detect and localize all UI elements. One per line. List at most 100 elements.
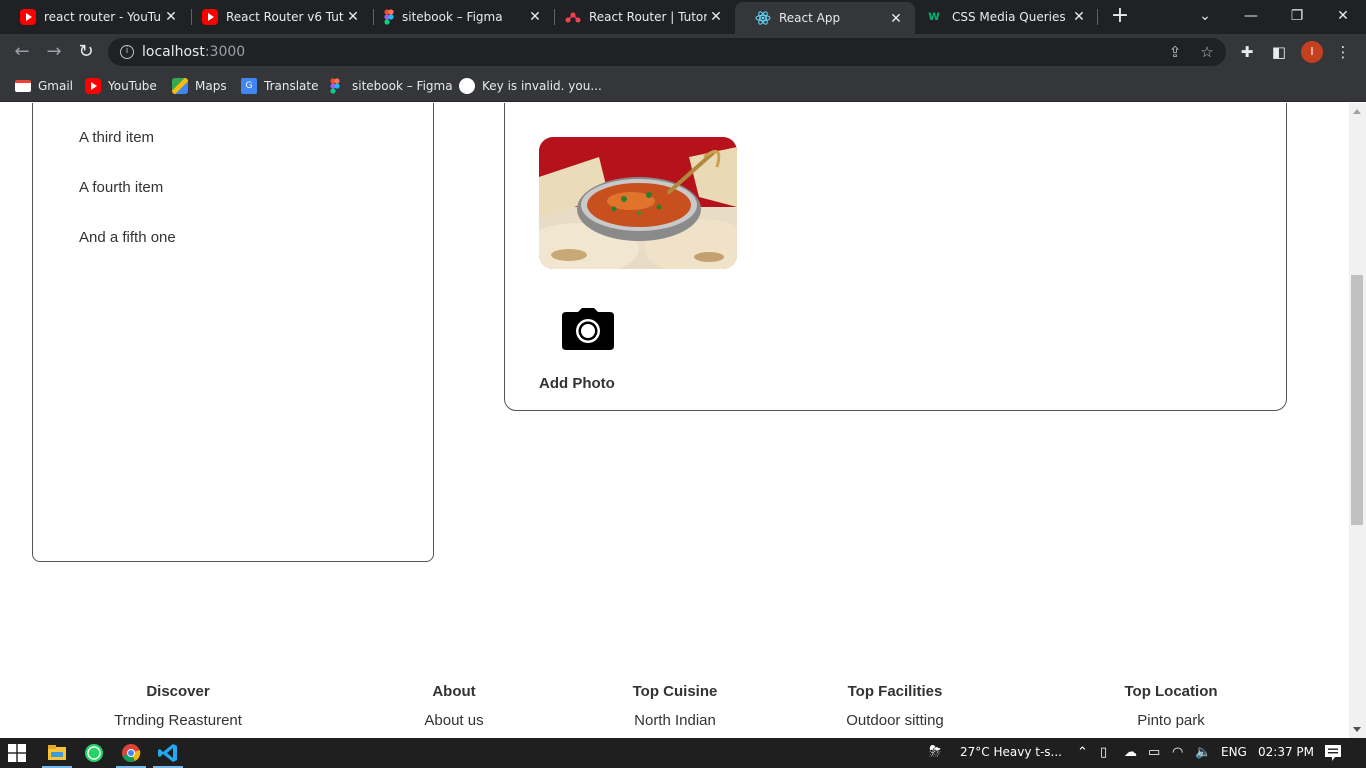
vscode-icon[interactable]: [157, 742, 179, 764]
bookmark-star-icon[interactable]: ☆: [1198, 43, 1216, 61]
react-router-icon: [565, 12, 581, 23]
bookmark-gmail[interactable]: Gmail: [15, 76, 73, 96]
tab-sitebook-figma[interactable]: sitebook – Figma ✕: [364, 0, 554, 34]
close-tab-icon[interactable]: ✕: [528, 10, 542, 24]
file-explorer-icon[interactable]: [46, 742, 68, 764]
bookmark-label: YouTube: [108, 79, 157, 93]
w3schools-icon: w: [928, 9, 941, 24]
site-info-icon[interactable]: i: [120, 45, 134, 59]
footer-heading-about: About: [432, 683, 476, 700]
bookmark-github[interactable]: Key is invalid. you...: [459, 76, 602, 96]
bookmark-label: sitebook – Figma: [352, 79, 453, 93]
close-tab-icon[interactable]: ✕: [164, 10, 178, 24]
footer-link-outdoor-sitting[interactable]: Outdoor sitting: [846, 712, 944, 729]
figma-icon: [384, 9, 394, 25]
tab-title: sitebook – Figma: [402, 10, 503, 24]
footer-link-pinto-park[interactable]: Pinto park: [1137, 712, 1205, 729]
extensions-icon[interactable]: ✚: [1238, 43, 1256, 61]
tab-title: React Router | Tutorial: [589, 10, 707, 24]
meet-now-icon[interactable]: ▯: [1100, 745, 1107, 761]
chrome-icon[interactable]: [120, 742, 142, 764]
clock[interactable]: 02:37 PM: [1258, 745, 1314, 759]
maps-icon: [172, 78, 188, 94]
food-photo[interactable]: [539, 137, 737, 269]
youtube-icon: [202, 9, 218, 25]
url-port: :3000: [204, 44, 246, 60]
footer-heading-top-location: Top Location: [1124, 683, 1218, 700]
language-indicator[interactable]: ENG: [1221, 745, 1247, 759]
tab-search-chevron-icon[interactable]: ⌄: [1182, 0, 1228, 32]
list-card: A third item A fourth item And a fifth o…: [32, 103, 434, 562]
tab-react-router-youtube[interactable]: react router - YouTube ✕: [0, 0, 190, 34]
react-icon: [755, 11, 771, 25]
bookmark-label: Maps: [195, 79, 227, 93]
tab-title: React App: [779, 11, 841, 25]
scroll-up-arrow-icon[interactable]: [1353, 109, 1361, 114]
url-text: localhost:3000: [142, 44, 245, 60]
footer-link-trending[interactable]: Trnding Reasturent: [114, 712, 242, 729]
weather-storm-icon[interactable]: ⛈: [929, 743, 941, 759]
figma-icon: [330, 78, 340, 94]
profile-avatar[interactable]: I: [1301, 41, 1323, 63]
tab-title: react router - YouTube: [44, 10, 162, 24]
footer-link-north-indian[interactable]: North Indian: [634, 712, 716, 729]
tab-react-router-v6-tutorial[interactable]: React Router v6 Tutorial ✕: [182, 0, 372, 34]
restore-button[interactable]: ❐: [1274, 0, 1320, 32]
close-tab-icon[interactable]: ✕: [1072, 10, 1086, 24]
minimize-button[interactable]: —: [1228, 0, 1274, 32]
list-item: And a fifth one: [79, 229, 176, 246]
tab-separator: [1097, 9, 1098, 25]
address-bar[interactable]: i localhost:3000 ⇪ ☆: [108, 38, 1226, 66]
close-tab-icon[interactable]: ✕: [346, 10, 360, 24]
footer-heading-top-cuisine: Top Cuisine: [632, 683, 718, 700]
forward-button[interactable]: →: [42, 40, 66, 64]
bookmark-translate[interactable]: G Translate: [241, 76, 319, 96]
add-photo-label[interactable]: Add Photo: [539, 375, 615, 392]
battery-icon[interactable]: ▭: [1148, 745, 1160, 761]
new-tab-button[interactable]: +: [1109, 5, 1131, 28]
windows-taskbar: ⛈ 27°C Heavy t-s... ⌃ ▯ ☁ ▭ ◠ 🔈 ENG 02:3…: [0, 738, 1366, 768]
side-panel-icon[interactable]: ◧: [1270, 43, 1288, 61]
bookmarks-bar: Gmail YouTube Maps G Translate sitebook …: [0, 70, 1366, 102]
gmail-icon: [15, 80, 31, 92]
onedrive-cloud-icon[interactable]: ☁: [1124, 745, 1137, 761]
back-button[interactable]: ←: [10, 40, 34, 64]
show-hidden-icons-chevron-icon[interactable]: ⌃: [1077, 745, 1088, 761]
list-item: A fourth item: [79, 179, 164, 196]
tab-css-media-queries[interactable]: w CSS Media Queries ✕: [908, 0, 1098, 34]
reload-button[interactable]: ↻: [74, 40, 98, 64]
translate-icon: G: [241, 78, 257, 94]
bookmark-label: Gmail: [38, 79, 74, 93]
footer-link-about-us[interactable]: About us: [424, 712, 483, 729]
bookmark-maps[interactable]: Maps: [172, 76, 227, 96]
share-icon[interactable]: ⇪: [1166, 43, 1184, 61]
browser-toolbar: ← → ↻ i localhost:3000 ⇪ ☆ ✚ ◧ I ⋮: [0, 34, 1366, 70]
windows-start-icon[interactable]: [8, 744, 26, 762]
scroll-down-arrow-icon[interactable]: [1353, 727, 1361, 732]
bookmark-sitebook-figma[interactable]: sitebook – Figma: [330, 76, 453, 96]
footer-heading-top-facilities: Top Facilities: [847, 683, 943, 700]
tab-react-router-tutorial[interactable]: React Router | Tutorial ✕: [545, 0, 735, 34]
close-window-button[interactable]: ✕: [1320, 0, 1366, 32]
github-icon: [459, 78, 475, 94]
page-viewport: A third item A fourth item And a fifth o…: [0, 103, 1366, 738]
url-host: localhost: [142, 44, 205, 60]
bookmark-label: Translate: [264, 79, 319, 93]
page-scrollbar[interactable]: [1349, 103, 1366, 738]
bookmark-label: Key is invalid. you...: [482, 79, 602, 93]
volume-icon[interactable]: 🔈: [1195, 745, 1211, 761]
tab-title: CSS Media Queries: [952, 10, 1066, 24]
close-tab-icon[interactable]: ✕: [709, 10, 723, 24]
camera-icon[interactable]: [562, 308, 614, 350]
tab-react-app[interactable]: React App ✕: [735, 2, 915, 34]
weather-text[interactable]: 27°C Heavy t-s...: [960, 745, 1062, 759]
notifications-icon[interactable]: [1324, 744, 1342, 762]
tab-title: React Router v6 Tutorial: [226, 10, 344, 24]
menu-kebab-icon[interactable]: ⋮: [1334, 43, 1352, 61]
photo-gallery-card: Add Photo: [504, 103, 1287, 411]
close-tab-icon[interactable]: ✕: [889, 12, 903, 26]
wifi-icon[interactable]: ◠: [1172, 745, 1183, 761]
whatsapp-icon[interactable]: [83, 742, 105, 764]
bookmark-youtube[interactable]: YouTube: [85, 76, 157, 96]
scroll-thumb[interactable]: [1351, 275, 1363, 525]
